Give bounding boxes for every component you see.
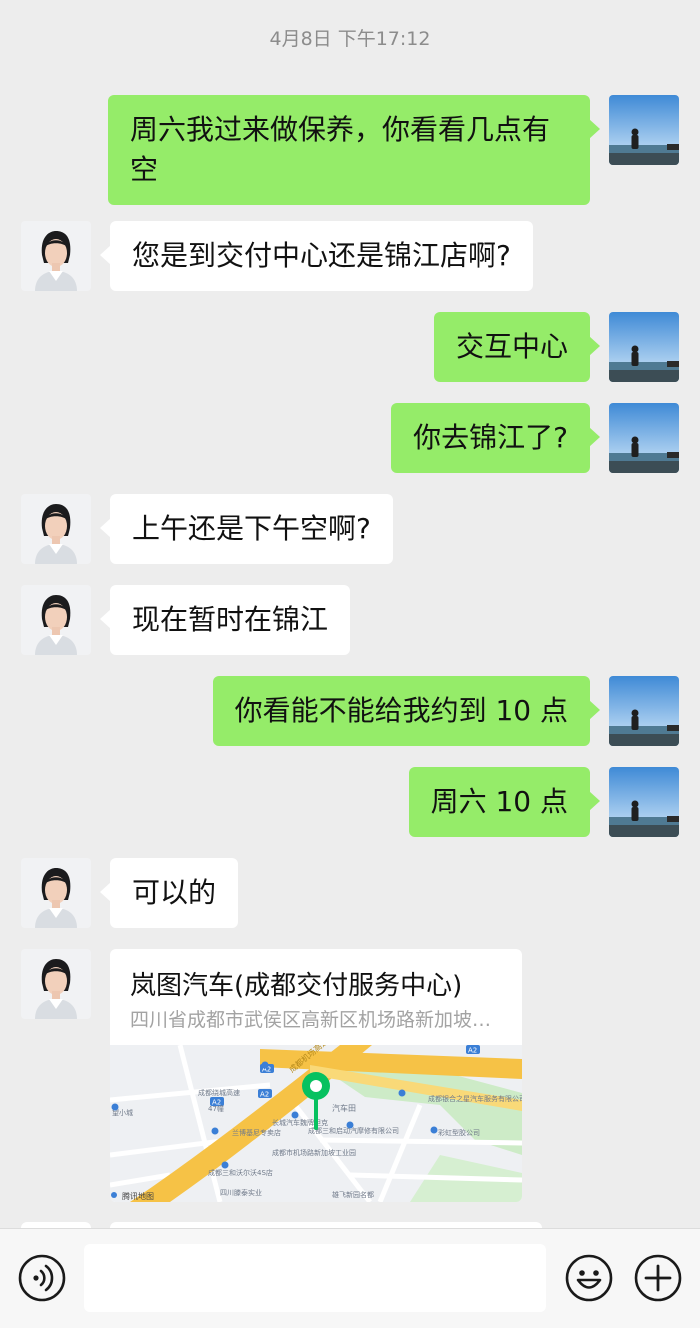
message-bubble-outgoing[interactable]: 你去锦江了?	[391, 403, 600, 473]
self-avatar[interactable]	[609, 767, 679, 837]
svg-text:成都绕城高速: 成都绕城高速	[198, 1088, 240, 1097]
svg-text:四川滕泰实业: 四川滕泰实业	[220, 1188, 262, 1197]
plus-icon[interactable]	[633, 1253, 683, 1303]
location-address: 四川省成都市武侯区高新区机场路新加坡工业园	[130, 1009, 505, 1031]
message-bubble-outgoing[interactable]: 你看能不能给我约到 10 点	[212, 676, 601, 746]
message-bubble-outgoing[interactable]: 交互中心	[433, 312, 601, 382]
message-text: 你看能不能给我约到 10 点	[234, 694, 568, 727]
svg-text:成都银合之星汽车服务有限公司: 成都银合之星汽车服务有限公司	[428, 1094, 522, 1103]
self-avatar[interactable]	[609, 676, 679, 746]
self-avatar[interactable]	[609, 403, 679, 473]
svg-text:47幢: 47幢	[208, 1104, 224, 1113]
svg-text:彩虹型胶公司: 彩虹型胶公司	[438, 1128, 480, 1137]
message-input[interactable]	[84, 1244, 546, 1312]
svg-text:成都三和启动汽摩修有限公司: 成都三和启动汽摩修有限公司	[308, 1126, 399, 1135]
contact-avatar[interactable]	[21, 494, 91, 564]
location-map-preview: A2 A2 A2 A2 成都机场高速 成都绕城高速 47幢 望小城 长城汽车魏牌…	[110, 1045, 522, 1202]
message-bubble-incoming[interactable]: 可以的	[99, 858, 239, 928]
location-message-card[interactable]: 岚图汽车(成都交付服务中心) 四川省成都市武侯区高新区机场路新加坡工业园 A2 …	[110, 949, 522, 1202]
svg-text:A2: A2	[468, 1047, 477, 1055]
svg-text:兰博基尼专卖店: 兰博基尼专卖店	[232, 1128, 281, 1137]
chat-timestamp: 4月8日 下午17:12	[269, 28, 431, 50]
message-text: 交互中心	[455, 330, 568, 363]
svg-text:腾讯地图: 腾讯地图	[122, 1191, 154, 1201]
contact-avatar[interactable]	[21, 221, 91, 291]
message-text: 上午还是下午空啊?	[132, 512, 371, 545]
message-text: 周六我过来做保养，你看看几点有空	[130, 113, 551, 186]
message-text: 周六 10 点	[430, 785, 568, 818]
self-avatar[interactable]	[609, 95, 679, 165]
contact-avatar[interactable]	[21, 949, 91, 1019]
message-text: 你去锦江了?	[413, 421, 568, 454]
message-bubble-incoming[interactable]: 上午还是下午空啊?	[100, 494, 393, 564]
message-bubble-outgoing[interactable]: 周六我过来做保养，你看看几点有空	[108, 95, 600, 205]
emoji-icon[interactable]	[564, 1253, 614, 1303]
message-text: 现在暂时在锦江	[132, 603, 329, 636]
message-bubble-incoming[interactable]: 现在暂时在锦江	[99, 585, 351, 655]
message-bubble-outgoing[interactable]: 周六 10 点	[408, 767, 601, 837]
location-title: 岚图汽车(成都交付服务中心)	[130, 971, 463, 1001]
message-bubble-incoming[interactable]: 您是到交付中心还是锦江店啊?	[100, 221, 533, 291]
contact-avatar[interactable]	[21, 585, 91, 655]
voice-icon[interactable]	[17, 1253, 67, 1303]
svg-text:A2: A2	[260, 1091, 269, 1099]
svg-text:汽车田: 汽车田	[332, 1103, 356, 1113]
contact-avatar[interactable]	[21, 858, 91, 928]
message-text: 可以的	[132, 876, 217, 909]
self-avatar[interactable]	[609, 312, 679, 382]
svg-text:成都市机场路新加坡工业园: 成都市机场路新加坡工业园	[272, 1148, 356, 1157]
svg-text:长城汽车魏牌坦克: 长城汽车魏牌坦克	[272, 1118, 328, 1127]
svg-text:成都三和沃尔沃4S店: 成都三和沃尔沃4S店	[208, 1168, 273, 1177]
svg-text:雄飞新园名都: 雄飞新园名都	[332, 1190, 374, 1199]
message-text: 您是到交付中心还是锦江店啊?	[132, 239, 511, 272]
